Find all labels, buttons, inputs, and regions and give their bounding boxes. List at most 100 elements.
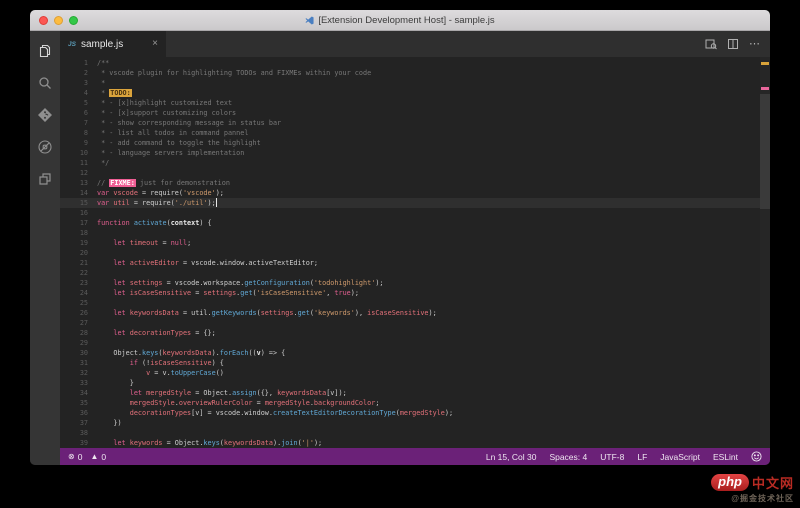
- line-number: 25: [79, 299, 88, 307]
- line-number: 26: [79, 309, 88, 317]
- code-text: function activate(context) {: [97, 218, 760, 228]
- activity-bar: [30, 31, 60, 465]
- code-line[interactable]: 1 /**: [60, 58, 760, 68]
- code-token: let: [113, 289, 126, 297]
- code-text: }: [97, 378, 760, 388]
- code-line[interactable]: 31 if (!isCaseSensitive) {: [60, 358, 760, 368]
- explorer-icon[interactable]: [37, 43, 53, 59]
- code-line[interactable]: 3 *: [60, 78, 760, 88]
- scrollbar-thumb[interactable]: [760, 94, 770, 209]
- line-number: 21: [79, 259, 88, 267]
- more-actions-icon[interactable]: ⋯: [749, 38, 760, 50]
- code-line[interactable]: 23 let settings = vscode.workspace.getCo…: [60, 278, 760, 288]
- code-token: /**: [97, 59, 110, 67]
- search-icon[interactable]: [37, 75, 53, 91]
- warning-count[interactable]: ▲ 0: [90, 452, 106, 462]
- code-line[interactable]: 4 * TODO:: [60, 88, 760, 98]
- code-token: get: [297, 309, 310, 317]
- tab-sample-js[interactable]: JS sample.js ×: [60, 31, 166, 57]
- code-text: }): [97, 418, 760, 428]
- line-number: 32: [79, 369, 88, 377]
- code-line[interactable]: 20: [60, 248, 760, 258]
- source-control-icon[interactable]: [37, 107, 53, 123]
- code-line[interactable]: 32 v = v.toUpperCase(): [60, 368, 760, 378]
- open-preview-icon[interactable]: [705, 38, 717, 50]
- code-line[interactable]: 15 var util = require('./util');: [60, 198, 760, 208]
- code-line[interactable]: 29: [60, 338, 760, 348]
- code-line[interactable]: 35 mergedStyle.overviewRulerColor = merg…: [60, 398, 760, 408]
- code-line[interactable]: 11 */: [60, 158, 760, 168]
- line-number: 33: [79, 379, 88, 387]
- tab-close-icon[interactable]: ×: [152, 39, 158, 49]
- code-text: let mergedStyle = Object.assign({}, keyw…: [97, 388, 760, 398]
- code-token: function: [97, 219, 130, 227]
- code-line[interactable]: 17 function activate(context) {: [60, 218, 760, 228]
- code-line[interactable]: 13 // FIXME: just for demonstration: [60, 178, 760, 188]
- code-line[interactable]: 30 Object.keys(keywordsData).forEach((v)…: [60, 348, 760, 358]
- code-line[interactable]: 34 let mergedStyle = Object.assign({}, k…: [60, 388, 760, 398]
- code-line[interactable]: 5 * - [x]highlight customized text: [60, 98, 760, 108]
- code-line[interactable]: 36 decorationTypes[v] = vscode.window.cr…: [60, 408, 760, 418]
- indentation[interactable]: Spaces: 4: [549, 452, 587, 462]
- code-line[interactable]: 27: [60, 318, 760, 328]
- code-token: [v] = vscode.window.: [191, 409, 273, 417]
- code-line[interactable]: 10 * - language servers implementation: [60, 148, 760, 158]
- code-line[interactable]: 9 * - add command to toggle the highligh…: [60, 138, 760, 148]
- code-token: mergedStyle: [129, 399, 175, 407]
- code-token: settings: [129, 279, 163, 287]
- code-text: * - [x]support customizing colors: [97, 108, 760, 118]
- code-editor[interactable]: 1/** 2 * vscode plugin for highlighting T…: [60, 57, 770, 448]
- code-line[interactable]: 39 let keywords = Object.keys(keywordsDa…: [60, 438, 760, 448]
- line-number: 15: [79, 199, 88, 207]
- code-token: var: [97, 199, 110, 207]
- code-line[interactable]: 25: [60, 298, 760, 308]
- code-line[interactable]: 7 * - show corresponding message in stat…: [60, 118, 760, 128]
- code-token: keywordsData: [277, 389, 327, 397]
- encoding[interactable]: UTF-8: [600, 452, 624, 462]
- code-line[interactable]: 22: [60, 268, 760, 278]
- code-text: v = v.toUpperCase(): [97, 368, 760, 378]
- extensions-icon[interactable]: [37, 171, 53, 187]
- error-count[interactable]: ⊗ 0: [68, 452, 82, 462]
- debug-icon[interactable]: [37, 139, 53, 155]
- status-bar: ⊗ 0 ▲ 0 Ln 15, Col 30 Spaces: 4 UTF-8 LF: [60, 448, 770, 465]
- code-line[interactable]: 14 var vscode = require('vscode');: [60, 188, 760, 198]
- code-line[interactable]: 37 }): [60, 418, 760, 428]
- code-line[interactable]: 26 let keywordsData = util.getKeywords(s…: [60, 308, 760, 318]
- code-token: just for demonstration: [135, 179, 230, 187]
- code-line[interactable]: 18: [60, 228, 760, 238]
- code-token: ),: [354, 309, 368, 317]
- feedback-smiley-icon[interactable]: [751, 451, 762, 462]
- cursor-position[interactable]: Ln 15, Col 30: [486, 452, 537, 462]
- code-line[interactable]: 24 let isCaseSensitive = settings.get('i…: [60, 288, 760, 298]
- split-editor-icon[interactable]: [727, 38, 739, 50]
- code-line[interactable]: 28 let decorationTypes = {};: [60, 328, 760, 338]
- code-line[interactable]: 21 let activeEditor = vscode.window.acti…: [60, 258, 760, 268]
- code-token: * - [x]highlight customized text: [97, 99, 233, 107]
- language-mode[interactable]: JavaScript: [660, 452, 700, 462]
- code-line[interactable]: 2 * vscode plugin for highlighting TODOs…: [60, 68, 760, 78]
- code-line[interactable]: 8 * - list all todos in command pannel: [60, 128, 760, 138]
- code-token: = util.: [178, 309, 212, 317]
- code-token: );: [350, 289, 359, 297]
- code-token: TODO:: [109, 89, 132, 97]
- code-line[interactable]: 38: [60, 428, 760, 438]
- line-number: 10: [79, 149, 88, 157]
- code-line[interactable]: 12: [60, 168, 760, 178]
- code-line[interactable]: 16: [60, 208, 760, 218]
- php-logo: php: [711, 474, 749, 491]
- code-token: =: [252, 399, 265, 407]
- code-token: *: [97, 89, 110, 97]
- code-token: let: [113, 259, 126, 267]
- code-token: * vscode plugin for highlighting TODOs a…: [97, 69, 372, 77]
- code-line[interactable]: 6 * - [x]support customizing colors: [60, 108, 760, 118]
- code-line[interactable]: 19 let timeout = null;: [60, 238, 760, 248]
- line-number: 18: [79, 229, 88, 237]
- code-text: *: [97, 78, 760, 88]
- code-line[interactable]: 33 }: [60, 378, 760, 388]
- eol-sequence[interactable]: LF: [637, 452, 647, 462]
- linter-status[interactable]: ESLint: [713, 452, 738, 462]
